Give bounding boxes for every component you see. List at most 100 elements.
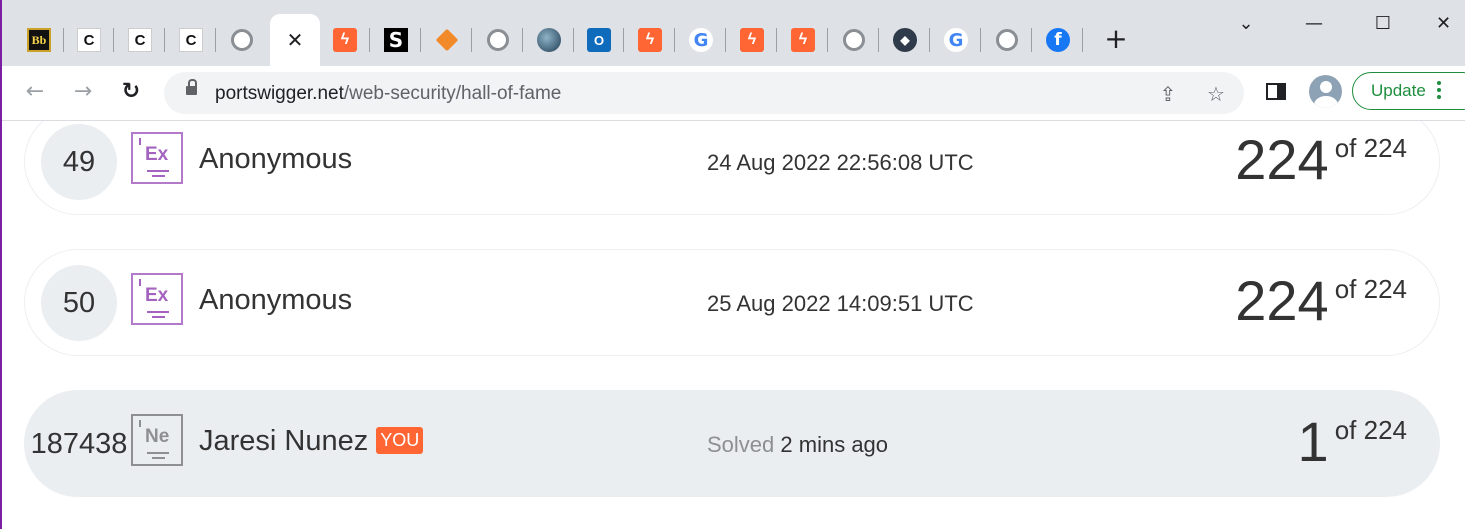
solved-time-value: 24 Aug 2022 22:56:08 UTC	[707, 150, 974, 175]
level-badge-icon: Ne	[131, 414, 183, 466]
browser-tab[interactable]: ◆	[880, 14, 930, 66]
user-name: Jaresi Nunez YOU	[199, 425, 424, 458]
google-icon: G	[689, 28, 713, 52]
total-labs: of 224	[1334, 415, 1407, 445]
user-name-text: Anonymous	[199, 284, 353, 316]
github-icon	[996, 29, 1018, 51]
share-icon[interactable]: ⇪	[1154, 80, 1182, 108]
browser-tab[interactable]	[982, 14, 1032, 66]
diamond-icon	[435, 28, 459, 52]
tab-separator	[827, 28, 828, 52]
tab-separator	[215, 28, 216, 52]
browser-tab[interactable]: C	[115, 14, 165, 66]
back-button[interactable]: ←	[19, 76, 51, 108]
browser-tab[interactable]: S	[371, 14, 421, 66]
portswigger-icon: ϟ	[740, 28, 764, 52]
solved-count: 224	[1235, 269, 1329, 332]
tab-separator	[776, 28, 777, 52]
solved-count: 1	[1297, 410, 1329, 473]
hall-of-fame-list: 49 Ex Anonymous 24 Aug 2022 22:56:08 UTC 224…	[0, 121, 1465, 529]
portswigger-icon: ϟ	[638, 28, 662, 52]
browser-tab[interactable]	[473, 14, 523, 66]
tab-separator	[522, 28, 523, 52]
user-name: Anonymous	[199, 284, 352, 317]
reload-button[interactable]: ↻	[115, 76, 147, 108]
browser-tab[interactable]	[524, 14, 574, 66]
maximize-button[interactable]: ☐	[1353, 8, 1413, 40]
my-rank-row: 187438 Ne Jaresi Nunez YOU Solved 2 mins ago…	[24, 390, 1440, 497]
profile-avatar[interactable]	[1309, 75, 1342, 108]
browser-tab[interactable]: O	[574, 14, 624, 66]
url-path: /web-security/hall-of-fame	[343, 83, 562, 104]
rank-number: 49	[41, 124, 117, 200]
new-tab-button[interactable]: +	[1098, 24, 1134, 54]
codecademy-icon: C	[128, 28, 152, 52]
browser-tab[interactable]: C	[64, 14, 114, 66]
tab-separator	[164, 28, 165, 52]
bookmark-star-icon[interactable]: ☆	[1202, 80, 1230, 108]
codecademy-icon: C	[77, 28, 101, 52]
more-menu-icon[interactable]	[1437, 81, 1441, 102]
badge-symbol: Ex	[145, 285, 169, 306]
url-text[interactable]: portswigger.net/web-security/hall-of-fam…	[215, 83, 561, 105]
lock-icon[interactable]	[186, 79, 197, 95]
user-name: Anonymous	[199, 143, 352, 176]
browser-tab[interactable]: ϟ	[727, 14, 777, 66]
forward-button[interactable]: →	[67, 76, 99, 108]
browser-tab[interactable]: f	[1033, 14, 1083, 66]
close-icon[interactable]: ✕	[283, 28, 307, 52]
level-badge-icon: Ex	[131, 132, 183, 184]
score: 224 of 224	[1235, 268, 1407, 333]
facebook-icon: f	[1046, 28, 1070, 52]
tab-separator	[1082, 28, 1083, 52]
browser-tab[interactable]: ✕	[270, 14, 320, 66]
browser-tab[interactable]: ϟ	[778, 14, 828, 66]
tab-separator	[369, 28, 370, 52]
browser-tab[interactable]	[422, 14, 472, 66]
portswigger-icon: ϟ	[791, 28, 815, 52]
solved-time: Solved 2 mins ago	[707, 432, 888, 458]
tab-separator	[420, 28, 421, 52]
user-name-text: Anonymous	[199, 143, 353, 175]
score: 1 of 224	[1298, 409, 1407, 474]
browser-tab[interactable]: Bb	[14, 14, 64, 66]
solved-time: 24 Aug 2022 22:56:08 UTC	[707, 150, 974, 176]
tab-separator	[878, 28, 879, 52]
side-panel-icon[interactable]	[1266, 83, 1286, 100]
address-bar[interactable]: portswigger.net/web-security/hall-of-fam…	[164, 72, 1244, 114]
tab-separator	[1031, 28, 1032, 52]
browser-tab[interactable]: ϟ	[320, 14, 370, 66]
globe-icon	[537, 28, 561, 52]
tab-separator	[623, 28, 624, 52]
level-badge-icon: Ex	[131, 273, 183, 325]
browser-toolbar: ← → ↻ portswigger.net/web-security/hall-…	[0, 66, 1465, 121]
blackboard-icon: Bb	[27, 28, 51, 52]
scribd-icon: S	[384, 28, 408, 52]
github-icon	[843, 29, 865, 51]
browser-tab[interactable]	[829, 14, 879, 66]
tab-separator	[113, 28, 114, 52]
url-host: portswigger.net	[215, 83, 344, 104]
browser-tab[interactable]: ϟ	[625, 14, 675, 66]
minimize-button[interactable]: —	[1284, 8, 1344, 40]
update-button[interactable]: Update	[1352, 72, 1465, 110]
browser-tab[interactable]: G	[931, 14, 981, 66]
badge-symbol: Ex	[145, 144, 169, 165]
tab-separator	[929, 28, 930, 52]
tab-separator	[980, 28, 981, 52]
docker-icon: ◆	[893, 28, 917, 52]
solved-label: Solved	[707, 432, 775, 457]
tab-separator	[725, 28, 726, 52]
total-labs: of 224	[1334, 133, 1407, 163]
you-badge: YOU	[376, 427, 424, 454]
browser-tab[interactable]: G	[676, 14, 726, 66]
solved-time-value: 2 mins ago	[780, 432, 889, 457]
tab-search-button[interactable]: ⌄	[1216, 8, 1276, 40]
browser-tab[interactable]	[217, 14, 267, 66]
close-window-button[interactable]: ✕	[1422, 8, 1465, 40]
total-labs: of 224	[1334, 274, 1407, 304]
browser-tab[interactable]: C	[166, 14, 216, 66]
github-icon	[231, 29, 253, 51]
tab-strip: + ⌄ — ☐ ✕ Bb C C C ✕ ϟ S Oϟ Gϟ ϟ ◆ Gf	[0, 0, 1465, 66]
google-icon: G	[944, 28, 968, 52]
